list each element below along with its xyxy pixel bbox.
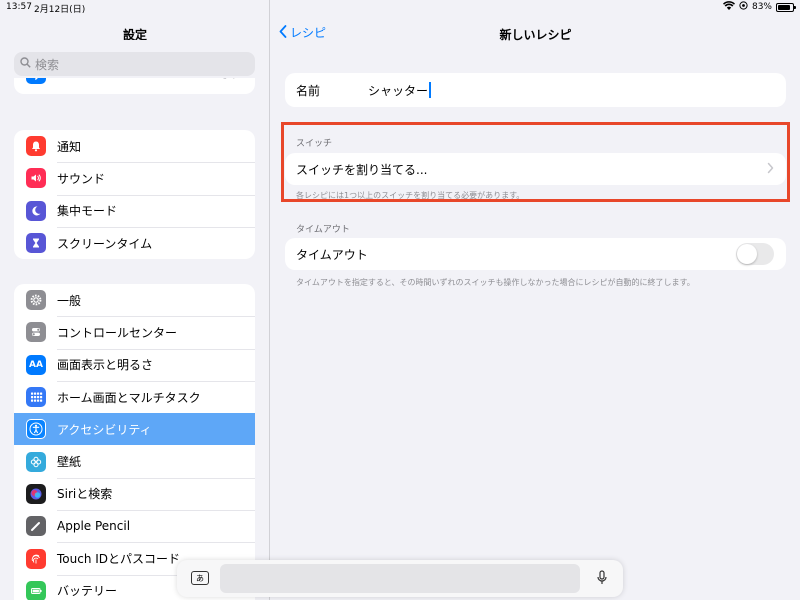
sidebar-item-siri[interactable]: Siriと検索 xyxy=(14,477,255,510)
grid-icon xyxy=(26,387,46,408)
toggle-knob xyxy=(737,244,757,264)
sidebar-group-notifications: 通知 サウンド 集中モード スクリーンタイム xyxy=(14,130,255,260)
sidebar-item-general[interactable]: 一般 xyxy=(14,284,255,316)
timeout-toggle[interactable] xyxy=(736,243,774,265)
sidebar-item-label: 壁紙 xyxy=(57,455,82,470)
name-input[interactable]: シャッター xyxy=(368,82,432,99)
battery-percent: 83% xyxy=(751,2,772,12)
name-label: 名前 xyxy=(296,83,321,98)
sidebar-item-home-screen[interactable]: ホーム画面とマルチタスク xyxy=(14,380,255,413)
sidebar-item-label: Touch IDとパスコード xyxy=(57,552,181,567)
sidebar-item-label: 一般 xyxy=(57,293,82,308)
text-cursor xyxy=(429,82,432,98)
sidebar-item-label: Siriと検索 xyxy=(57,487,113,502)
sidebar-item-notifications[interactable]: 通知 xyxy=(14,130,255,162)
highlight-box xyxy=(281,122,790,202)
flower-icon xyxy=(26,451,46,472)
sidebar-item-label: コントロールセンター xyxy=(57,325,178,340)
text-size-icon: AA xyxy=(26,354,46,375)
sidebar-item-label: 通知 xyxy=(57,139,82,154)
sidebar-item-label: アクセシビリティ xyxy=(57,422,152,437)
siri-icon xyxy=(26,483,46,504)
gear-icon xyxy=(26,290,46,311)
wifi-icon xyxy=(722,1,735,13)
timeout-section-header: タイムアウト xyxy=(296,225,350,235)
name-input-value: シャッター xyxy=(368,83,429,98)
page-title: 新しいレシピ xyxy=(499,28,572,42)
sidebar-item-label: サウンド xyxy=(57,171,106,186)
bell-icon xyxy=(26,136,46,157)
sidebar-item-accessibility[interactable]: アクセシビリティ xyxy=(14,413,255,446)
search-placeholder: 検索 xyxy=(35,57,60,72)
status-time: 13:57 xyxy=(6,2,32,12)
hourglass-icon xyxy=(26,233,46,254)
timeout-label: タイムアウト xyxy=(296,247,368,262)
sidebar-item-control-center[interactable]: コントロールセンター xyxy=(14,316,255,348)
fingerprint-icon xyxy=(26,548,46,569)
toggles-icon xyxy=(26,322,46,343)
location-lock-icon xyxy=(739,1,748,13)
search-icon xyxy=(20,57,35,71)
battery-icon xyxy=(776,2,796,12)
sidebar-item-label: 画面表示と明るさ xyxy=(57,358,154,373)
accessibility-icon xyxy=(26,419,46,440)
sidebar-item-label: ホーム画面とマルチタスク xyxy=(57,390,201,405)
sidebar-item-display[interactable]: AA 画面表示と明るさ xyxy=(14,348,255,381)
pencil-icon xyxy=(26,516,46,537)
sidebar-item-screen-time[interactable]: スクリーンタイム xyxy=(14,226,255,259)
sidebar-item-label: Apple Pencil xyxy=(57,519,131,534)
sidebar-group-general: 一般 コントロールセンター AA 画面表示と明るさ ホーム画面とマルチタスク ア… xyxy=(14,284,255,600)
keyboard-accessory-bar: あ xyxy=(177,560,623,597)
timeout-section-footer: タイムアウトを指定すると、その時間いずれのスイッチも操作しなかった場合にレシピが… xyxy=(296,278,695,287)
sidebar-item-focus[interactable]: 集中モード xyxy=(14,194,255,227)
sidebar-item-label: スクリーンタイム xyxy=(57,236,153,251)
timeout-row: タイムアウト xyxy=(285,238,786,270)
status-bar: 13:57 2月12日(日) 83% xyxy=(0,0,800,15)
battery-icon xyxy=(26,580,46,600)
sidebar-item-label: バッテリー xyxy=(57,584,118,599)
keyboard-suggestion-bar[interactable] xyxy=(220,564,580,593)
name-row: 名前 シャッター xyxy=(285,73,786,107)
sidebar-item-label: 集中モード xyxy=(57,204,118,219)
sidebar-item-sounds[interactable]: サウンド xyxy=(14,162,255,194)
speaker-icon xyxy=(26,168,46,189)
detail-pane: レシピ 新しいレシピ 名前 シャッター スイッチ スイッチを割り当てる... 各… xyxy=(271,0,800,600)
sidebar-item-apple-pencil[interactable]: Apple Pencil xyxy=(14,510,255,542)
sidebar-item-wallpaper[interactable]: 壁紙 xyxy=(14,445,255,477)
status-right: 83% xyxy=(722,1,796,13)
search-field-overlay[interactable]: 検索 xyxy=(14,52,255,76)
keyboard-language-key[interactable]: あ xyxy=(191,571,209,585)
moon-icon xyxy=(26,200,46,221)
status-date: 2月12日(日) xyxy=(34,5,86,15)
sidebar: 設定 検索 Bluetooth オフ 検索 通知 xyxy=(0,0,270,600)
microphone-icon[interactable] xyxy=(597,570,607,590)
